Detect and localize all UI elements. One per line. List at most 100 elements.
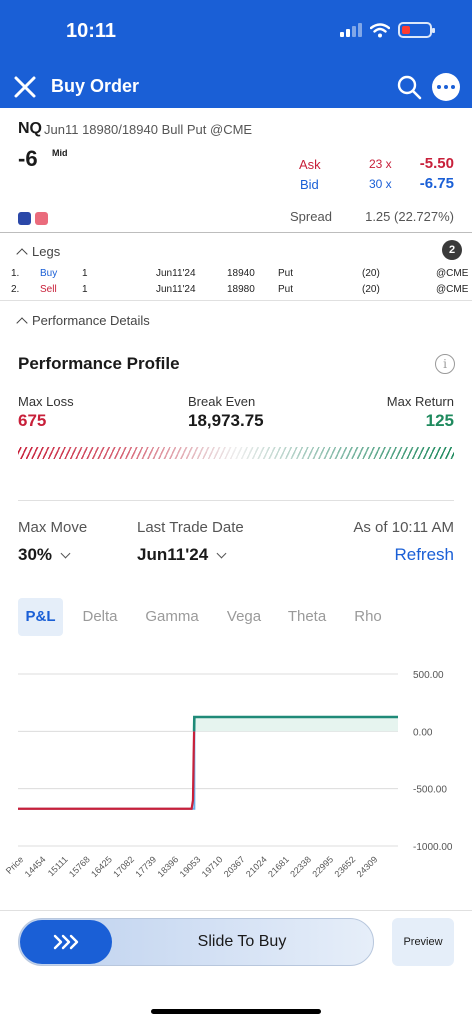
divider: [0, 232, 472, 233]
performance-details-title: Performance Details: [32, 313, 150, 328]
spread-label: Spread: [290, 209, 332, 224]
tab-theta[interactable]: Theta: [282, 598, 332, 636]
x-tick-label: 14454: [23, 854, 48, 879]
leg-multiplier: (20): [362, 284, 380, 295]
max-loss-value: 675: [18, 411, 47, 430]
spread-value: 1.25 (22.727%): [365, 209, 454, 224]
y-tick-label: -500.00: [413, 785, 447, 796]
chevron-down-icon: [60, 548, 71, 558]
ask-price: -5.50: [419, 155, 454, 172]
max-move-label: Max Move: [18, 519, 88, 536]
tab-vega[interactable]: Vega: [220, 598, 268, 636]
search-icon[interactable]: [396, 74, 422, 100]
performance-details-toggle[interactable]: Performance Details: [16, 313, 150, 329]
leg-qty: 1: [82, 268, 88, 279]
leg-row: 2. Sell 1 Jun11'24 18980 Put (20) @CME: [0, 284, 472, 298]
x-tick-label: 15768: [67, 854, 92, 879]
exchange-badge-icon: [18, 212, 31, 225]
leg-strike: 18940: [227, 268, 255, 279]
pnl-chart: 500.000.00-500.00-1000.00Price1445415111…: [4, 670, 453, 879]
price-type-label: Mid: [52, 148, 68, 158]
home-indicator: [151, 1009, 321, 1014]
tab-delta[interactable]: Delta: [74, 598, 126, 636]
buy-order-screen: 10:11 Buy Order NQ Jun11 18980/18940 Bul…: [0, 0, 472, 1023]
tab-pnl[interactable]: P&L: [18, 598, 63, 636]
leg-expiry: Jun11'24: [156, 268, 196, 279]
header-bar: 10:11 Buy Order: [0, 0, 472, 108]
x-tick-label: 22995: [310, 854, 335, 879]
x-tick-label: 18396: [156, 854, 181, 879]
x-tick-label: 20367: [222, 854, 247, 879]
leg-type: Put: [278, 268, 294, 279]
y-tick-label: 0.00: [413, 727, 433, 738]
refresh-button[interactable]: Refresh: [394, 545, 454, 565]
tab-rho[interactable]: Rho: [348, 598, 388, 636]
preview-button[interactable]: Preview: [392, 918, 454, 966]
max-loss-label: Max Loss: [18, 394, 74, 409]
page-title: Buy Order: [51, 76, 140, 96]
x-tick-label: 23652: [333, 854, 358, 879]
more-icon[interactable]: [432, 73, 460, 101]
leg-number: 1.: [11, 268, 20, 279]
leg-exchange: @CME: [436, 284, 469, 295]
x-tick-label: 21681: [266, 854, 291, 879]
ask-size: 23 x: [369, 157, 392, 171]
bid-label: Bid: [300, 177, 319, 192]
legs-toggle[interactable]: Legs: [16, 244, 61, 260]
max-return-value: 125: [425, 411, 454, 430]
divider: [0, 300, 472, 301]
chevron-down-icon: [216, 548, 227, 558]
break-even-value: 18,973.75: [188, 411, 264, 430]
as-of-time: As of 10:11 AM: [353, 519, 454, 536]
tab-gamma[interactable]: Gamma: [140, 598, 204, 636]
chevron-up-icon: [16, 247, 28, 260]
x-tick-label: 21024: [244, 854, 269, 879]
y-tick-label: -1000.00: [413, 842, 453, 853]
leg-exchange: @CME: [436, 268, 469, 279]
close-icon[interactable]: [12, 74, 38, 100]
legs-count-badge: 2: [442, 240, 462, 260]
x-tick-label: 16425: [89, 854, 114, 879]
cellular-signal-icon: [340, 23, 362, 37]
status-time: 10:11: [66, 20, 117, 42]
leg-qty: 1: [82, 284, 88, 295]
x-tick-label: 19710: [200, 854, 225, 879]
max-return-label: Max Return: [386, 394, 454, 409]
leg-multiplier: (20): [362, 268, 380, 279]
last-trade-date-select[interactable]: Jun11'24: [137, 545, 227, 565]
performance-profile-title: Performance Profile: [18, 354, 180, 373]
profit-area: [194, 717, 398, 732]
leg-strike: 18980: [227, 284, 255, 295]
order-description: Jun11 18980/18940 Bull Put @CME: [44, 122, 253, 137]
slide-to-buy-label: Slide To Buy: [197, 933, 287, 950]
chevron-up-icon: [16, 316, 28, 329]
x-tick-label: 17739: [133, 854, 158, 879]
order-quantity: -6: [18, 146, 38, 171]
max-move-select[interactable]: 30%: [18, 545, 71, 565]
last-trade-date-value: Jun11'24: [137, 545, 209, 564]
divider: [0, 910, 472, 911]
x-tick-label: 15111: [46, 854, 70, 878]
bid-price: -6.75: [419, 175, 454, 192]
wifi-icon: [370, 22, 390, 37]
break-even-label: Break Even: [188, 394, 256, 409]
x-tick-label: 24309: [355, 854, 380, 879]
legs-title: Legs: [32, 244, 61, 259]
x-tick-label: 17082: [111, 854, 136, 879]
market-badge-icon: [35, 212, 48, 225]
info-icon[interactable]: i: [435, 354, 455, 374]
symbol: NQ: [18, 120, 42, 137]
max-move-value: 30%: [18, 545, 53, 564]
y-tick-label: 500.00: [413, 670, 444, 681]
x-tick-label: 19053: [178, 854, 203, 879]
x-tick-label: 22338: [288, 854, 313, 879]
leg-type: Put: [278, 284, 294, 295]
ask-label: Ask: [299, 157, 321, 172]
leg-expiry: Jun11'24: [156, 284, 196, 295]
slide-to-buy[interactable]: Slide To Buy: [18, 918, 374, 966]
last-trade-date-label: Last Trade Date: [137, 519, 244, 536]
leg-side: Sell: [40, 284, 57, 295]
status-icons: [340, 22, 435, 38]
divider: [18, 500, 454, 501]
series-line-loss: [18, 731, 196, 810]
